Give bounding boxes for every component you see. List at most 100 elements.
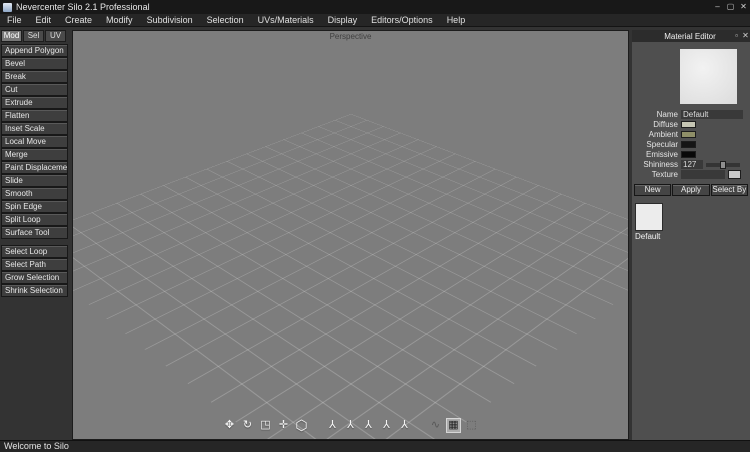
- tool-inset-scale[interactable]: Inset Scale: [1, 122, 68, 135]
- ambient-color-swatch[interactable]: [681, 131, 696, 138]
- tool-cut[interactable]: Cut: [1, 83, 68, 96]
- menu-help[interactable]: Help: [440, 14, 473, 27]
- texture-browse-button[interactable]: [728, 170, 741, 179]
- tool-paint-displacement[interactable]: Paint Displacement: [1, 161, 68, 174]
- viewport-perspective[interactable]: Perspective ✥ ↻ ◳ ✛ ⬡ ⅄ ⅄ ⅄ ⅄ ⅄: [72, 30, 629, 440]
- move-tool-icon[interactable]: ✥: [222, 418, 237, 433]
- texture-row: Texture: [632, 170, 745, 179]
- menu-selection[interactable]: Selection: [200, 14, 251, 27]
- tool-spin-edge[interactable]: Spin Edge: [1, 200, 68, 213]
- tool-extrude[interactable]: Extrude: [1, 96, 68, 109]
- material-editor-panel: Material Editor ▫ ✕ Name Default Diffuse…: [632, 30, 750, 440]
- world-axes-icon[interactable]: ⅄: [325, 418, 340, 433]
- diffuse-color-swatch[interactable]: [681, 121, 696, 128]
- local-axes-icon[interactable]: ⅄: [361, 418, 376, 433]
- emissive-color-swatch[interactable]: [681, 151, 696, 158]
- diffuse-row: Diffuse: [632, 120, 745, 129]
- tool-select-path[interactable]: Select Path: [1, 258, 68, 271]
- tool-split-loop[interactable]: Split Loop: [1, 213, 68, 226]
- modeling-tool-group: Append Polygon Bevel Break Cut Extrude F…: [1, 44, 71, 239]
- snap-group: ∿ ▦ ⬚: [428, 418, 479, 433]
- texture-label: Texture: [632, 170, 678, 179]
- object-axes-icon[interactable]: ⅄: [343, 418, 358, 433]
- screen-axes-icon[interactable]: ⅄: [379, 418, 394, 433]
- selection-tool-group: Select Loop Select Path Grow Selection S…: [1, 245, 71, 297]
- tool-flatten[interactable]: Flatten: [1, 109, 68, 122]
- name-label: Name: [632, 110, 678, 119]
- viewport-label: Perspective: [73, 32, 628, 41]
- universal-manipulator-icon[interactable]: ✛: [276, 418, 291, 433]
- tab-uv[interactable]: UV: [45, 30, 66, 42]
- material-preview: [680, 49, 737, 104]
- tool-merge[interactable]: Merge: [1, 148, 68, 161]
- new-material-button[interactable]: New: [634, 184, 671, 196]
- material-thumbnail[interactable]: [635, 203, 663, 231]
- tool-grow-selection[interactable]: Grow Selection: [1, 271, 68, 284]
- menu-bar: File Edit Create Modify Subdivision Sele…: [0, 14, 750, 27]
- axes-group: ⅄ ⅄ ⅄ ⅄ ⅄: [325, 418, 412, 433]
- material-name-field[interactable]: Default: [681, 110, 743, 119]
- tab-sel[interactable]: Sel: [23, 30, 44, 42]
- minimize-button[interactable]: –: [711, 1, 724, 13]
- polygon-tool-icon[interactable]: ⬡: [294, 418, 309, 433]
- specular-color-swatch[interactable]: [681, 141, 696, 148]
- manipulator-toolbar: ✥ ↻ ◳ ✛ ⬡ ⅄ ⅄ ⅄ ⅄ ⅄ ∿ ▦ ⬚: [73, 418, 628, 433]
- soft-selection-icon[interactable]: ∿: [428, 418, 443, 433]
- close-panel-icon[interactable]: ✕: [741, 30, 750, 42]
- title-bar: Nevercenter Silo 2.1 Professional – ▢ ✕: [0, 0, 750, 14]
- tool-local-move[interactable]: Local Move: [1, 135, 68, 148]
- shininess-label: Shininess: [632, 160, 678, 169]
- ambient-label: Ambient: [632, 130, 678, 139]
- status-bar: Welcome to Silo: [0, 440, 750, 452]
- menu-edit[interactable]: Edit: [29, 14, 59, 27]
- material-list-item[interactable]: Default: [635, 203, 750, 241]
- tool-break[interactable]: Break: [1, 70, 68, 83]
- scale-tool-icon[interactable]: ◳: [258, 418, 273, 433]
- tool-smooth[interactable]: Smooth: [1, 187, 68, 200]
- select-by-material-button[interactable]: Select By: [711, 184, 748, 196]
- shininess-slider-thumb[interactable]: [720, 161, 726, 169]
- material-list: Default: [635, 203, 750, 241]
- material-editor-buttons: New Apply Select By: [634, 184, 748, 196]
- apply-material-button[interactable]: Apply: [672, 184, 709, 196]
- texture-field[interactable]: [681, 170, 725, 179]
- rotate-tool-icon[interactable]: ↻: [240, 418, 255, 433]
- shininess-slider[interactable]: [706, 163, 740, 167]
- panel-title: Material Editor: [632, 32, 732, 41]
- name-row: Name Default: [632, 110, 745, 119]
- menu-create[interactable]: Create: [58, 14, 99, 27]
- shininess-value-field[interactable]: 127: [681, 160, 703, 169]
- specular-label: Specular: [632, 140, 678, 149]
- material-item-name: Default: [635, 232, 750, 241]
- tool-surface-tool[interactable]: Surface Tool: [1, 226, 68, 239]
- tool-shrink-selection[interactable]: Shrink Selection: [1, 284, 68, 297]
- specular-row: Specular: [632, 140, 745, 149]
- sidebar-tabs: Mod Sel UV: [1, 30, 71, 42]
- tool-select-loop[interactable]: Select Loop: [1, 245, 68, 258]
- close-button[interactable]: ✕: [737, 1, 750, 13]
- manipulator-group: ✥ ↻ ◳ ✛ ⬡: [222, 418, 309, 433]
- emissive-row: Emissive: [632, 150, 745, 159]
- tool-slide[interactable]: Slide: [1, 174, 68, 187]
- emissive-label: Emissive: [632, 150, 678, 159]
- menu-editors-options[interactable]: Editors/Options: [364, 14, 440, 27]
- menu-file[interactable]: File: [0, 14, 29, 27]
- float-panel-icon[interactable]: ▫: [732, 30, 741, 42]
- main-content: Mod Sel UV Append Polygon Bevel Break Cu…: [0, 27, 750, 440]
- tab-mod[interactable]: Mod: [1, 30, 22, 42]
- vertex-snap-icon[interactable]: ⬚: [464, 418, 479, 433]
- custom-axes-icon[interactable]: ⅄: [397, 418, 412, 433]
- menu-subdivision[interactable]: Subdivision: [140, 14, 200, 27]
- tool-append-polygon[interactable]: Append Polygon: [1, 44, 68, 57]
- shininess-row: Shininess 127: [632, 160, 745, 169]
- menu-uvs-materials[interactable]: UVs/Materials: [251, 14, 321, 27]
- tool-bevel[interactable]: Bevel: [1, 57, 68, 70]
- app-window: Nevercenter Silo 2.1 Professional – ▢ ✕ …: [0, 0, 750, 452]
- menu-modify[interactable]: Modify: [99, 14, 140, 27]
- window-title: Nevercenter Silo 2.1 Professional: [16, 0, 150, 14]
- ground-grid: [72, 114, 629, 440]
- maximize-button[interactable]: ▢: [724, 1, 737, 13]
- grid-snap-icon[interactable]: ▦: [446, 418, 461, 433]
- status-text: Welcome to Silo: [4, 441, 69, 451]
- menu-display[interactable]: Display: [321, 14, 365, 27]
